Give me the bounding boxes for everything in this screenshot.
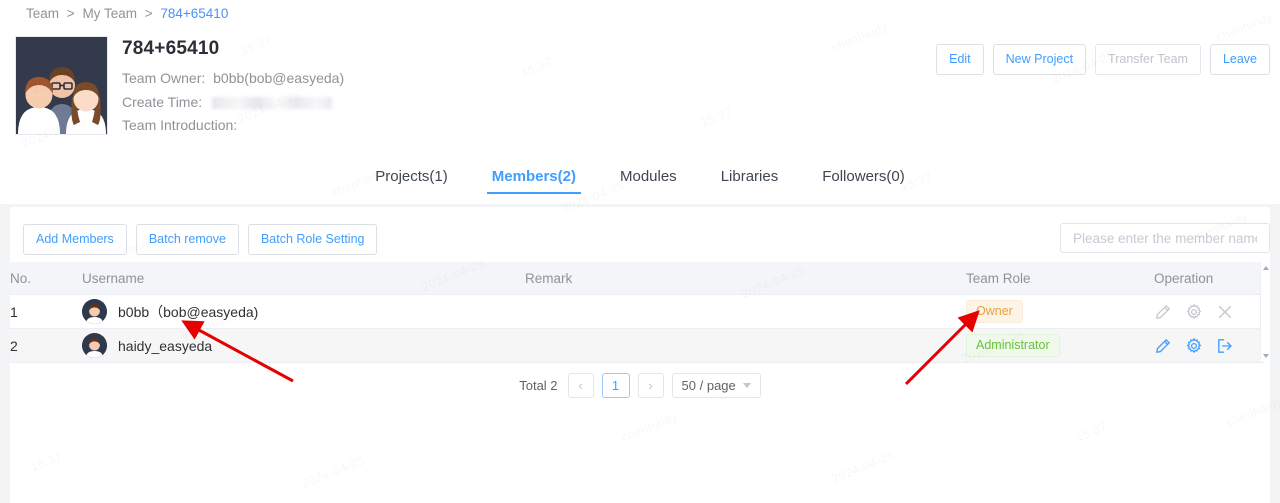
team-illustration-icon (16, 37, 107, 134)
cell-operation (1154, 328, 1264, 363)
new-project-button[interactable]: New Project (992, 44, 1087, 75)
pagination-page-size-label: 50 / page (681, 378, 736, 393)
user-avatar-icon (82, 299, 107, 324)
tab-bar: Projects(1) Members(2) Modules Libraries… (0, 168, 1280, 204)
tab-libraries[interactable]: Libraries (699, 168, 801, 194)
breadcrumb-separator-2: > (144, 6, 153, 21)
column-header-username: Username (82, 262, 525, 295)
status-badge-administrator: Administrator (966, 333, 1060, 358)
cell-operation (1154, 294, 1264, 329)
team-create-time-row: Create Time: (122, 91, 344, 115)
pagination-page-1[interactable]: 1 (601, 373, 630, 398)
breadcrumb-root[interactable]: Team (26, 6, 59, 21)
batch-role-setting-button[interactable]: Batch Role Setting (247, 224, 378, 255)
column-header-operation: Operation (1154, 262, 1264, 295)
team-members-page: Team > My Team > 784+65410 784+65410 Tea… (0, 0, 1280, 503)
cell-remark (525, 294, 966, 329)
cell-username: b0bb（bob@easyeda) (82, 294, 525, 329)
gear-icon[interactable] (1185, 337, 1202, 354)
team-info: 784+65410 Team Owner: b0bb(bob@easyeda) … (122, 38, 344, 138)
cell-username: haidy_easyeda (82, 328, 525, 363)
team-header: 784+65410 Team Owner: b0bb(bob@easyeda) … (0, 30, 1280, 160)
team-introduction-label: Team Introduction: (122, 117, 238, 133)
column-header-remark: Remark (525, 262, 966, 295)
scroll-up-arrow-icon[interactable] (1261, 263, 1270, 272)
breadcrumb-current[interactable]: 784+65410 (160, 6, 228, 21)
table-header-row: No. Username Remark Team Role Operation (10, 262, 1264, 295)
breadcrumb-separator-1: > (66, 6, 75, 21)
pagination-prev-button[interactable]: ‹ (567, 373, 594, 398)
cell-remark (525, 328, 966, 363)
avatar (82, 333, 107, 358)
team-create-time-redacted-value (212, 96, 333, 109)
cell-team-role: Owner (966, 294, 1154, 329)
chevron-down-icon (742, 383, 751, 388)
table-row[interactable]: 1 b0bb（bob@easyeda) Owner (10, 294, 1264, 329)
team-create-time-label: Create Time: (122, 93, 203, 110)
members-table-container: No. Username Remark Team Role Operation … (10, 262, 1270, 363)
pagination-total: Total 2 (519, 378, 558, 393)
scroll-down-arrow-icon[interactable] (1261, 351, 1270, 360)
team-avatar (15, 36, 108, 135)
transfer-team-button[interactable]: Transfer Team (1095, 44, 1201, 75)
column-header-team-role: Team Role (966, 262, 1154, 295)
team-owner-row: Team Owner: b0bb(bob@easyeda) (122, 67, 344, 91)
username-text: haidy_easyeda (118, 337, 213, 354)
leave-button[interactable]: Leave (1209, 44, 1270, 75)
members-toolbar: Add Members Batch remove Batch Role Sett… (10, 217, 1270, 255)
pencil-icon[interactable] (1154, 303, 1171, 320)
table-row[interactable]: 2 haidy_easyeda Administrator (10, 328, 1264, 363)
search-input[interactable] (1061, 224, 1269, 252)
edit-button[interactable]: Edit (936, 44, 984, 75)
breadcrumb: Team > My Team > 784+65410 (26, 6, 228, 21)
tab-projects[interactable]: Projects(1) (353, 168, 470, 194)
close-icon[interactable] (1216, 303, 1233, 320)
exit-icon[interactable] (1216, 337, 1233, 354)
team-owner-value: b0bb(bob@easyeda) (213, 70, 345, 86)
avatar (82, 299, 107, 324)
gear-icon[interactable] (1185, 303, 1202, 320)
username-text: b0bb（bob@easyeda) (118, 303, 259, 320)
add-members-button[interactable]: Add Members (23, 224, 127, 255)
breadcrumb-parent[interactable]: My Team (82, 6, 137, 21)
pagination: Total 2 ‹ 1 › 50 / page (0, 373, 1280, 398)
column-header-no: No. (10, 262, 82, 295)
cell-no: 1 (10, 294, 82, 329)
member-search-box[interactable] (1060, 223, 1270, 253)
members-table: No. Username Remark Team Role Operation … (10, 262, 1264, 363)
tab-followers[interactable]: Followers(0) (800, 168, 927, 194)
cell-team-role: Administrator (966, 328, 1154, 363)
team-owner-label: Team Owner: (122, 70, 206, 86)
header-action-buttons: Edit New Project Transfer Team Leave (936, 44, 1270, 75)
batch-remove-button[interactable]: Batch remove (135, 224, 239, 255)
page-title: 784+65410 (122, 38, 220, 59)
members-toolbar-buttons: Add Members Batch remove Batch Role Sett… (23, 224, 378, 255)
status-badge-owner: Owner (966, 299, 1023, 324)
table-vertical-scrollbar[interactable] (1260, 262, 1270, 361)
tab-modules[interactable]: Modules (598, 168, 699, 194)
pencil-icon[interactable] (1154, 337, 1171, 354)
pagination-next-button[interactable]: › (637, 373, 664, 398)
cell-no: 2 (10, 328, 82, 363)
user-avatar-icon (82, 333, 107, 358)
pagination-page-size-select[interactable]: 50 / page (671, 373, 761, 398)
tab-members[interactable]: Members(2) (470, 168, 598, 194)
team-introduction-row: Team Introduction: (122, 114, 344, 138)
